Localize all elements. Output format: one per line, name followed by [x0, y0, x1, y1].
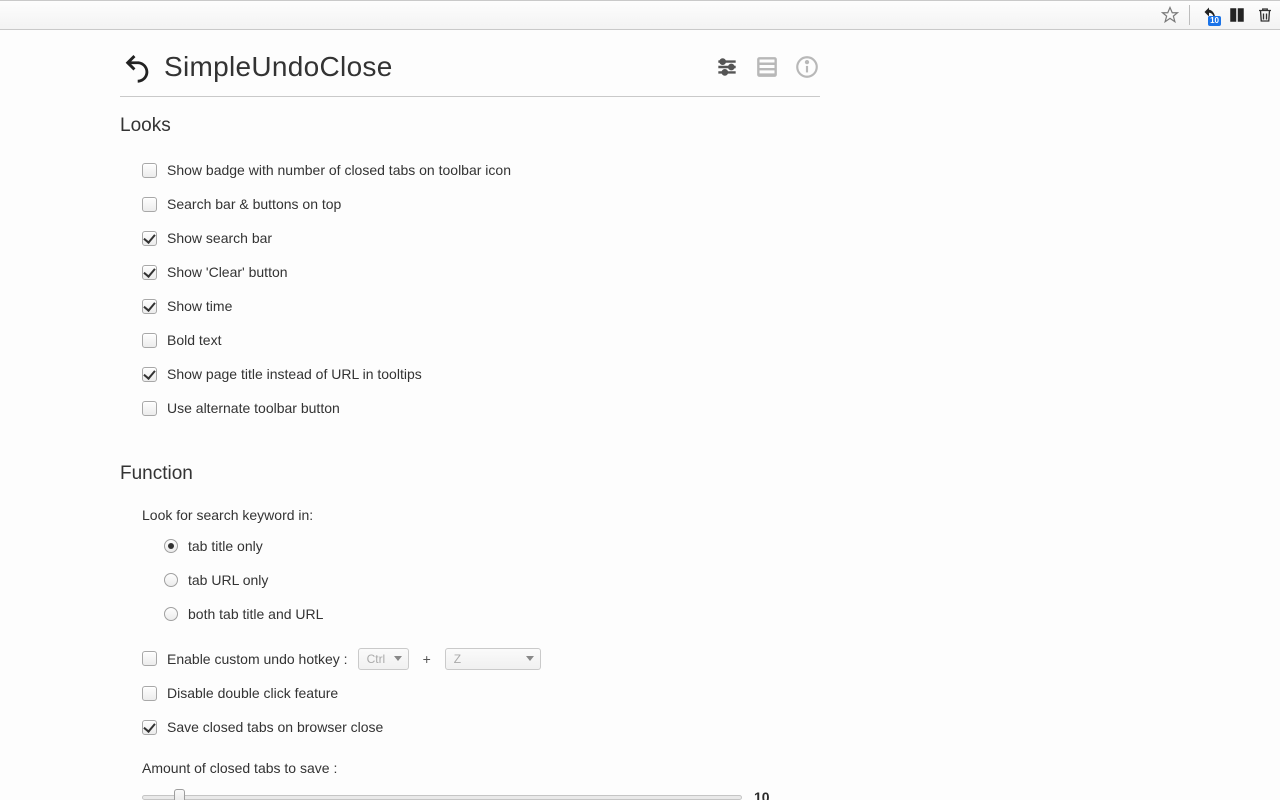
- info-tab-icon[interactable]: [794, 54, 820, 80]
- browser-toolbar: 10: [0, 0, 1280, 30]
- hotkey-key-select[interactable]: Z: [445, 648, 541, 670]
- checkbox[interactable]: [142, 197, 157, 212]
- opt-show-time[interactable]: Show time: [120, 289, 820, 323]
- option-label: Show time: [167, 295, 232, 317]
- checkbox[interactable]: [142, 401, 157, 416]
- option-label: Save closed tabs on browser close: [167, 716, 383, 738]
- amount-value: 10: [754, 789, 770, 800]
- option-label: Show search bar: [167, 227, 272, 249]
- option-label: Use alternate toolbar button: [167, 397, 340, 419]
- section-title-function: Function: [120, 463, 820, 485]
- sidepanel-extension-icon[interactable]: [1228, 6, 1246, 24]
- radio[interactable]: [164, 607, 178, 621]
- opt-show-badge[interactable]: Show badge with number of closed tabs on…: [120, 153, 820, 187]
- radio-label: tab URL only: [188, 569, 268, 591]
- checkbox[interactable]: [142, 231, 157, 246]
- star-icon[interactable]: [1161, 6, 1179, 24]
- settings-tab-icon[interactable]: [714, 54, 740, 80]
- search-keyword-label: Look for search keyword in:: [120, 501, 820, 529]
- opt-disable-dblclick[interactable]: Disable double click feature: [120, 676, 820, 710]
- checkbox[interactable]: [142, 367, 157, 382]
- page-title: SimpleUndoClose: [164, 51, 714, 83]
- radio[interactable]: [164, 539, 178, 553]
- radio-both[interactable]: both tab title and URL: [120, 597, 820, 631]
- radio-label: both tab title and URL: [188, 603, 323, 625]
- simpleundoclose-extension-icon[interactable]: 10: [1200, 6, 1218, 24]
- option-label: Show page title instead of URL in toolti…: [167, 363, 422, 385]
- option-label: Show 'Clear' button: [167, 261, 288, 283]
- option-label: Enable custom undo hotkey :: [167, 648, 348, 670]
- radio-title-only[interactable]: tab title only: [120, 529, 820, 563]
- amount-slider[interactable]: [142, 788, 742, 800]
- radio-url-only[interactable]: tab URL only: [120, 563, 820, 597]
- toolbar-separator: [1189, 5, 1190, 25]
- opt-show-search[interactable]: Show search bar: [120, 221, 820, 255]
- slider-thumb[interactable]: [174, 789, 185, 800]
- page-header: SimpleUndoClose: [120, 50, 820, 97]
- slider-track: [142, 795, 742, 800]
- amount-label: Amount of closed tabs to save :: [120, 754, 820, 782]
- hotkey-modifier-select[interactable]: Ctrl: [358, 648, 409, 670]
- checkbox[interactable]: [142, 163, 157, 178]
- checkbox[interactable]: [142, 720, 157, 735]
- checkbox[interactable]: [142, 686, 157, 701]
- opt-alt-toolbar[interactable]: Use alternate toolbar button: [120, 391, 820, 425]
- list-tab-icon[interactable]: [754, 54, 780, 80]
- header-tabs: [714, 54, 820, 80]
- checkbox[interactable]: [142, 333, 157, 348]
- checkbox[interactable]: [142, 265, 157, 280]
- undo-logo-icon: [120, 50, 154, 84]
- opt-bold-text[interactable]: Bold text: [120, 323, 820, 357]
- option-label: Disable double click feature: [167, 682, 338, 704]
- checkbox[interactable]: [142, 651, 157, 666]
- option-label: Search bar & buttons on top: [167, 193, 341, 215]
- section-title-looks: Looks: [120, 115, 820, 137]
- radio[interactable]: [164, 573, 178, 587]
- option-label: Show badge with number of closed tabs on…: [167, 159, 511, 181]
- option-label: Bold text: [167, 329, 221, 351]
- opt-custom-hotkey[interactable]: Enable custom undo hotkey : Ctrl + Z: [120, 641, 820, 676]
- opt-show-clear[interactable]: Show 'Clear' button: [120, 255, 820, 289]
- amount-slider-row: 10: [120, 782, 820, 800]
- opt-save-on-close[interactable]: Save closed tabs on browser close: [120, 710, 820, 744]
- extension-badge: 10: [1208, 16, 1221, 26]
- trash-icon[interactable]: [1256, 6, 1274, 24]
- options-page: SimpleUndoClose Looks Show badge with nu…: [0, 30, 820, 800]
- opt-search-top[interactable]: Search bar & buttons on top: [120, 187, 820, 221]
- checkbox[interactable]: [142, 299, 157, 314]
- opt-title-tooltip[interactable]: Show page title instead of URL in toolti…: [120, 357, 820, 391]
- hotkey-plus: +: [423, 648, 431, 670]
- radio-label: tab title only: [188, 535, 263, 557]
